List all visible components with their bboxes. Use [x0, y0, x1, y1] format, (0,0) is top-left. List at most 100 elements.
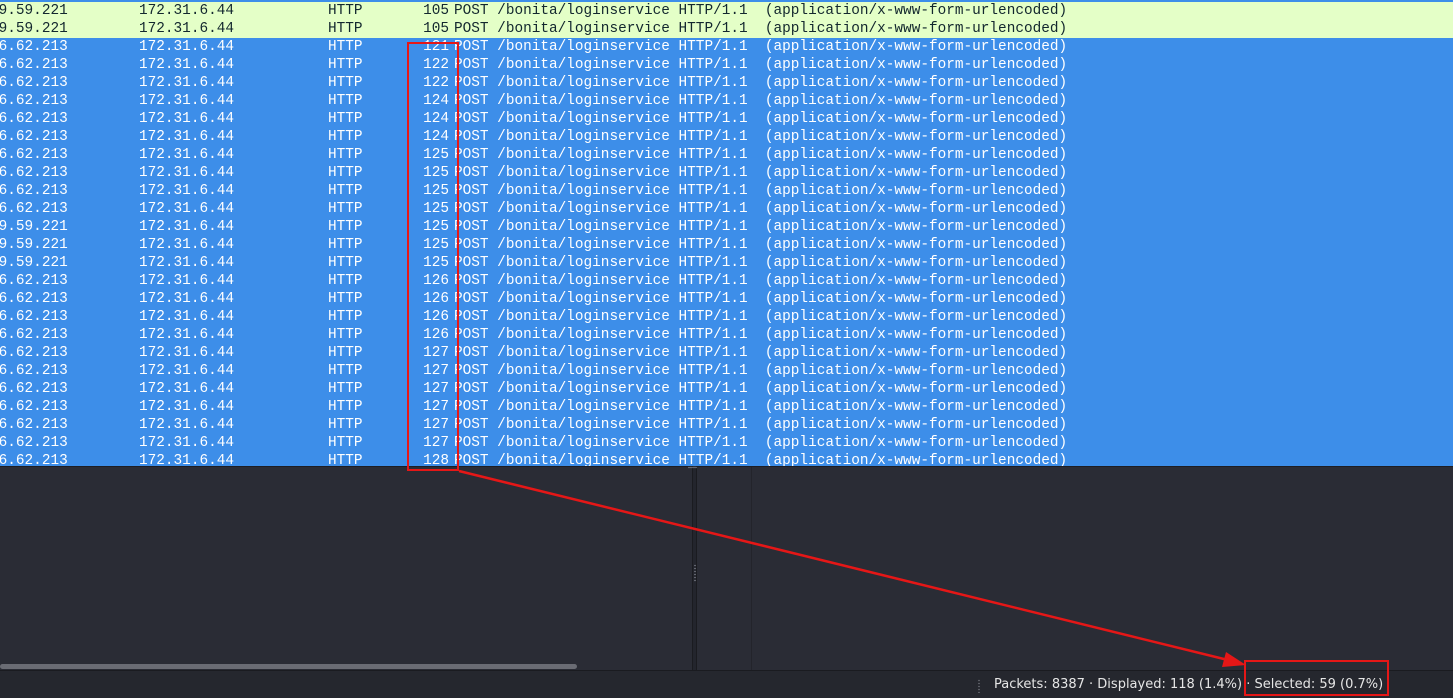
packet-row[interactable]: 99.59.221 172.31.6.44 HTTP 125 POST /bonita/… [0, 218, 1453, 236]
packet-row[interactable]: 46.62.213 172.31.6.44 HTTP 126 POST /bonita/… [0, 290, 1453, 308]
length-cell: 127 [423, 381, 449, 397]
source-cell: 46.62.213 [0, 39, 68, 55]
destination-cell: 172.31.6.44 [139, 21, 234, 37]
info-cell: POST /bonita/loginservice HTTP/1.1 (appl… [454, 219, 1068, 235]
protocol-cell: HTTP [328, 93, 363, 109]
length-cell: 126 [423, 291, 449, 307]
length-cell: 125 [423, 237, 449, 253]
info-cell: POST /bonita/loginservice HTTP/1.1 (appl… [454, 165, 1068, 181]
length-cell: 126 [423, 327, 449, 343]
packet-row[interactable]: 46.62.213 172.31.6.44 HTTP 124 POST /bonita/… [0, 128, 1453, 146]
source-cell: 46.62.213 [0, 129, 68, 145]
status-separator-grip-icon [978, 679, 980, 693]
info-cell: POST /bonita/loginservice HTTP/1.1 (appl… [454, 201, 1068, 217]
length-cell: 128 [423, 453, 449, 466]
protocol-cell: HTTP [328, 255, 363, 271]
horizontal-scrollbar[interactable] [0, 662, 690, 670]
packet-row[interactable]: 46.62.213 172.31.6.44 HTTP 124 POST /bonita/… [0, 92, 1453, 110]
packet-row[interactable]: 99.59.221 172.31.6.44 HTTP 105 POST /bonita/… [0, 20, 1453, 38]
destination-cell: 172.31.6.44 [139, 237, 234, 253]
source-cell: 99.59.221 [0, 255, 68, 271]
source-cell: 99.59.221 [0, 219, 68, 235]
destination-cell: 172.31.6.44 [139, 165, 234, 181]
packet-row[interactable]: 46.62.213 172.31.6.44 HTTP 126 POST /bonita/… [0, 272, 1453, 290]
info-cell: POST /bonita/loginservice HTTP/1.1 (appl… [454, 237, 1068, 253]
packet-row[interactable]: 46.62.213 172.31.6.44 HTTP 127 POST /bonita/… [0, 362, 1453, 380]
packet-row[interactable]: 46.62.213 172.31.6.44 HTTP 124 POST /bonita/… [0, 110, 1453, 128]
packet-row[interactable]: 46.62.213 172.31.6.44 HTTP 127 POST /bonita/… [0, 398, 1453, 416]
info-cell: POST /bonita/loginservice HTTP/1.1 (appl… [454, 273, 1068, 289]
length-cell: 127 [423, 363, 449, 379]
packet-row[interactable]: 46.62.213 172.31.6.44 HTTP 122 POST /bonita/… [0, 56, 1453, 74]
packet-row[interactable]: 46.62.213 172.31.6.44 HTTP 127 POST /bonita/… [0, 434, 1453, 452]
protocol-cell: HTTP [328, 57, 363, 73]
destination-cell: 172.31.6.44 [139, 273, 234, 289]
packet-row[interactable]: 99.59.221 172.31.6.44 HTTP 125 POST /bonita/… [0, 254, 1453, 272]
protocol-cell: HTTP [328, 417, 363, 433]
destination-cell: 172.31.6.44 [139, 417, 234, 433]
protocol-cell: HTTP [328, 399, 363, 415]
info-cell: POST /bonita/loginservice HTTP/1.1 (appl… [454, 3, 1068, 19]
packet-row[interactable]: 46.62.213 172.31.6.44 HTTP 121 POST /bonita/… [0, 38, 1453, 56]
packet-row[interactable]: 99.59.221 172.31.6.44 HTTP 105 POST /bonita/… [0, 2, 1453, 20]
info-cell: POST /bonita/loginservice HTTP/1.1 (appl… [454, 57, 1068, 73]
packet-row[interactable]: 46.62.213 172.31.6.44 HTTP 127 POST /bonita/… [0, 380, 1453, 398]
packet-row[interactable]: 46.62.213 172.31.6.44 HTTP 125 POST /bonita/… [0, 182, 1453, 200]
wireshark-window: 99.59.221 172.31.6.44 HTTP 105 POST /bonita/… [0, 0, 1453, 698]
source-cell: 99.59.221 [0, 237, 68, 253]
source-cell: 46.62.213 [0, 381, 68, 397]
info-cell: POST /bonita/loginservice HTTP/1.1 (appl… [454, 309, 1068, 325]
packet-row[interactable]: 46.62.213 172.31.6.44 HTTP 122 POST /bonita/… [0, 74, 1453, 92]
destination-cell: 172.31.6.44 [139, 363, 234, 379]
source-cell: 46.62.213 [0, 93, 68, 109]
protocol-cell: HTTP [328, 201, 363, 217]
destination-cell: 172.31.6.44 [139, 57, 234, 73]
packet-row[interactable]: 46.62.213 172.31.6.44 HTTP 127 POST /bonita/… [0, 344, 1453, 362]
destination-cell: 172.31.6.44 [139, 111, 234, 127]
protocol-cell: HTTP [328, 309, 363, 325]
source-cell: 46.62.213 [0, 165, 68, 181]
packet-details-pane[interactable] [0, 466, 692, 671]
protocol-cell: HTTP [328, 129, 363, 145]
destination-cell: 172.31.6.44 [139, 399, 234, 415]
packet-bytes-pane[interactable] [697, 466, 1453, 671]
packet-row[interactable]: 46.62.213 172.31.6.44 HTTP 125 POST /bonita/… [0, 200, 1453, 218]
packet-list[interactable]: 99.59.221 172.31.6.44 HTTP 105 POST /bonita/… [0, 0, 1453, 466]
protocol-cell: HTTP [328, 237, 363, 253]
info-cell: POST /bonita/loginservice HTTP/1.1 (appl… [454, 75, 1068, 91]
length-cell: 127 [423, 417, 449, 433]
packet-row[interactable]: 46.62.213 172.31.6.44 HTTP 127 POST /bonita/… [0, 416, 1453, 434]
length-cell: 125 [423, 201, 449, 217]
protocol-cell: HTTP [328, 363, 363, 379]
source-cell: 46.62.213 [0, 327, 68, 343]
length-cell: 125 [423, 183, 449, 199]
source-cell: 46.62.213 [0, 399, 68, 415]
packet-row[interactable]: 46.62.213 172.31.6.44 HTTP 125 POST /bonita/… [0, 164, 1453, 182]
source-cell: 46.62.213 [0, 273, 68, 289]
info-cell: POST /bonita/loginservice HTTP/1.1 (appl… [454, 453, 1068, 466]
destination-cell: 172.31.6.44 [139, 39, 234, 55]
destination-cell: 172.31.6.44 [139, 75, 234, 91]
packet-row[interactable]: 99.59.221 172.31.6.44 HTTP 125 POST /bonita/… [0, 236, 1453, 254]
info-cell: POST /bonita/loginservice HTTP/1.1 (appl… [454, 147, 1068, 163]
source-cell: 46.62.213 [0, 435, 68, 451]
packet-row[interactable]: 46.62.213 172.31.6.44 HTTP 126 POST /bonita/… [0, 326, 1453, 344]
packet-row[interactable]: 46.62.213 172.31.6.44 HTTP 125 POST /bonita/… [0, 146, 1453, 164]
protocol-cell: HTTP [328, 165, 363, 181]
horizontal-scrollbar-thumb[interactable] [0, 664, 577, 669]
source-cell: 46.62.213 [0, 363, 68, 379]
splitter-grip-icon[interactable] [694, 564, 696, 582]
info-cell: POST /bonita/loginservice HTTP/1.1 (appl… [454, 129, 1068, 145]
info-cell: POST /bonita/loginservice HTTP/1.1 (appl… [454, 363, 1068, 379]
protocol-cell: HTTP [328, 183, 363, 199]
source-cell: 46.62.213 [0, 417, 68, 433]
length-cell: 122 [423, 57, 449, 73]
info-cell: POST /bonita/loginservice HTTP/1.1 (appl… [454, 327, 1068, 343]
info-cell: POST /bonita/loginservice HTTP/1.1 (appl… [454, 435, 1068, 451]
destination-cell: 172.31.6.44 [139, 453, 234, 466]
packet-row[interactable]: 46.62.213 172.31.6.44 HTTP 128 POST /bonita/… [0, 452, 1453, 466]
source-cell: 46.62.213 [0, 75, 68, 91]
length-cell: 125 [423, 165, 449, 181]
packet-row[interactable]: 46.62.213 172.31.6.44 HTTP 126 POST /bonita/… [0, 308, 1453, 326]
source-cell: 46.62.213 [0, 147, 68, 163]
